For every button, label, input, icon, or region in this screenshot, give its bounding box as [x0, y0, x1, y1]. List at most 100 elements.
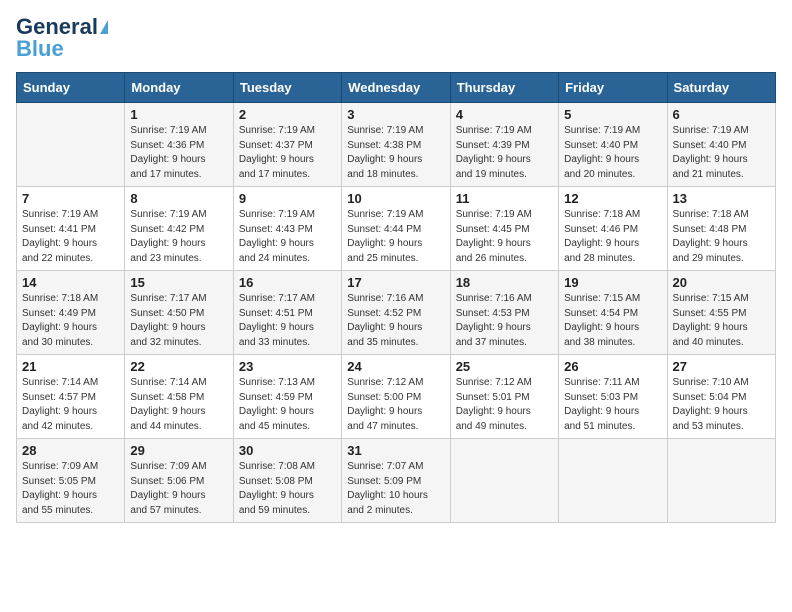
- day-info: Sunrise: 7:11 AMSunset: 5:03 PMDaylight:…: [564, 376, 661, 434]
- day-info: Sunrise: 7:15 AMSunset: 4:54 PMDaylight:…: [564, 292, 661, 350]
- day-info: Sunrise: 7:13 AMSunset: 4:59 PMDaylight:…: [239, 376, 336, 434]
- day-number: 27: [673, 359, 770, 374]
- calendar-cell: 5Sunrise: 7:19 AMSunset: 4:40 PMDaylight…: [559, 103, 667, 187]
- calendar-cell: 26Sunrise: 7:11 AMSunset: 5:03 PMDayligh…: [559, 355, 667, 439]
- daylight-text: Daylight: 9 hours: [347, 237, 444, 252]
- sunset-text: Sunset: 4:43 PM: [239, 223, 336, 238]
- day-number: 5: [564, 107, 661, 122]
- day-number: 24: [347, 359, 444, 374]
- calendar-header-day: Saturday: [667, 73, 775, 103]
- calendar-cell: 16Sunrise: 7:17 AMSunset: 4:51 PMDayligh…: [233, 271, 341, 355]
- daylight-text-cont: and 53 minutes.: [673, 420, 770, 435]
- sunset-text: Sunset: 4:36 PM: [130, 139, 227, 154]
- day-info: Sunrise: 7:14 AMSunset: 4:58 PMDaylight:…: [130, 376, 227, 434]
- day-number: 16: [239, 275, 336, 290]
- day-number: 15: [130, 275, 227, 290]
- sunset-text: Sunset: 5:01 PM: [456, 391, 553, 406]
- daylight-text: Daylight: 9 hours: [564, 237, 661, 252]
- sunrise-text: Sunrise: 7:12 AM: [456, 376, 553, 391]
- sunset-text: Sunset: 4:49 PM: [22, 307, 119, 322]
- sunset-text: Sunset: 4:41 PM: [22, 223, 119, 238]
- daylight-text: Daylight: 9 hours: [130, 489, 227, 504]
- calendar-header-day: Thursday: [450, 73, 558, 103]
- day-info: Sunrise: 7:19 AMSunset: 4:39 PMDaylight:…: [456, 124, 553, 182]
- sunrise-text: Sunrise: 7:19 AM: [22, 208, 119, 223]
- daylight-text-cont: and 40 minutes.: [673, 336, 770, 351]
- daylight-text: Daylight: 9 hours: [130, 405, 227, 420]
- calendar-cell: [450, 439, 558, 523]
- daylight-text-cont: and 23 minutes.: [130, 252, 227, 267]
- calendar-week-row: 1Sunrise: 7:19 AMSunset: 4:36 PMDaylight…: [17, 103, 776, 187]
- daylight-text: Daylight: 10 hours: [347, 489, 444, 504]
- calendar-cell: [17, 103, 125, 187]
- daylight-text-cont: and 55 minutes.: [22, 504, 119, 519]
- daylight-text: Daylight: 9 hours: [239, 405, 336, 420]
- daylight-text: Daylight: 9 hours: [347, 405, 444, 420]
- sunrise-text: Sunrise: 7:08 AM: [239, 460, 336, 475]
- calendar-cell: [667, 439, 775, 523]
- day-info: Sunrise: 7:18 AMSunset: 4:46 PMDaylight:…: [564, 208, 661, 266]
- daylight-text-cont: and 51 minutes.: [564, 420, 661, 435]
- sunrise-text: Sunrise: 7:19 AM: [347, 208, 444, 223]
- calendar-week-row: 14Sunrise: 7:18 AMSunset: 4:49 PMDayligh…: [17, 271, 776, 355]
- day-number: 7: [22, 191, 119, 206]
- daylight-text-cont: and 32 minutes.: [130, 336, 227, 351]
- calendar-header-day: Monday: [125, 73, 233, 103]
- day-number: 19: [564, 275, 661, 290]
- calendar-cell: [559, 439, 667, 523]
- day-info: Sunrise: 7:19 AMSunset: 4:43 PMDaylight:…: [239, 208, 336, 266]
- sunrise-text: Sunrise: 7:19 AM: [239, 208, 336, 223]
- calendar-cell: 13Sunrise: 7:18 AMSunset: 4:48 PMDayligh…: [667, 187, 775, 271]
- sunrise-text: Sunrise: 7:18 AM: [673, 208, 770, 223]
- daylight-text: Daylight: 9 hours: [22, 237, 119, 252]
- calendar-cell: 18Sunrise: 7:16 AMSunset: 4:53 PMDayligh…: [450, 271, 558, 355]
- daylight-text: Daylight: 9 hours: [564, 153, 661, 168]
- day-info: Sunrise: 7:09 AMSunset: 5:05 PMDaylight:…: [22, 460, 119, 518]
- daylight-text-cont: and 17 minutes.: [130, 168, 227, 183]
- daylight-text: Daylight: 9 hours: [130, 153, 227, 168]
- sunset-text: Sunset: 4:53 PM: [456, 307, 553, 322]
- day-number: 18: [456, 275, 553, 290]
- daylight-text-cont: and 25 minutes.: [347, 252, 444, 267]
- sunrise-text: Sunrise: 7:19 AM: [673, 124, 770, 139]
- sunrise-text: Sunrise: 7:18 AM: [564, 208, 661, 223]
- calendar-cell: 17Sunrise: 7:16 AMSunset: 4:52 PMDayligh…: [342, 271, 450, 355]
- day-number: 31: [347, 443, 444, 458]
- daylight-text-cont: and 42 minutes.: [22, 420, 119, 435]
- daylight-text: Daylight: 9 hours: [239, 489, 336, 504]
- calendar-cell: 6Sunrise: 7:19 AMSunset: 4:40 PMDaylight…: [667, 103, 775, 187]
- sunset-text: Sunset: 4:52 PM: [347, 307, 444, 322]
- calendar-cell: 8Sunrise: 7:19 AMSunset: 4:42 PMDaylight…: [125, 187, 233, 271]
- calendar-cell: 10Sunrise: 7:19 AMSunset: 4:44 PMDayligh…: [342, 187, 450, 271]
- sunset-text: Sunset: 5:05 PM: [22, 475, 119, 490]
- calendar-cell: 7 Sunrise: 7:19 AMSunset: 4:41 PMDaylight…: [17, 187, 125, 271]
- daylight-text-cont: and 33 minutes.: [239, 336, 336, 351]
- day-number: 14: [22, 275, 119, 290]
- day-number: 25: [456, 359, 553, 374]
- day-number: 28: [22, 443, 119, 458]
- day-info: Sunrise: 7:14 AMSunset: 4:57 PMDaylight:…: [22, 376, 119, 434]
- calendar-cell: 2Sunrise: 7:19 AMSunset: 4:37 PMDaylight…: [233, 103, 341, 187]
- day-info: Sunrise: 7:10 AMSunset: 5:04 PMDaylight:…: [673, 376, 770, 434]
- sunrise-text: Sunrise: 7:14 AM: [22, 376, 119, 391]
- daylight-text: Daylight: 9 hours: [347, 321, 444, 336]
- sunset-text: Sunset: 5:04 PM: [673, 391, 770, 406]
- day-info: Sunrise: 7:19 AMSunset: 4:45 PMDaylight:…: [456, 208, 553, 266]
- sunrise-text: Sunrise: 7:19 AM: [130, 124, 227, 139]
- sunset-text: Sunset: 4:54 PM: [564, 307, 661, 322]
- daylight-text-cont: and 30 minutes.: [22, 336, 119, 351]
- sunset-text: Sunset: 4:40 PM: [564, 139, 661, 154]
- calendar-week-row: 21Sunrise: 7:14 AMSunset: 4:57 PMDayligh…: [17, 355, 776, 439]
- sunrise-text: Sunrise: 7:19 AM: [456, 124, 553, 139]
- calendar-cell: 14Sunrise: 7:18 AMSunset: 4:49 PMDayligh…: [17, 271, 125, 355]
- sunset-text: Sunset: 5:00 PM: [347, 391, 444, 406]
- sunset-text: Sunset: 5:09 PM: [347, 475, 444, 490]
- sunset-text: Sunset: 4:50 PM: [130, 307, 227, 322]
- sunset-text: Sunset: 4:51 PM: [239, 307, 336, 322]
- day-info: Sunrise: 7:08 AMSunset: 5:08 PMDaylight:…: [239, 460, 336, 518]
- daylight-text-cont: and 19 minutes.: [456, 168, 553, 183]
- calendar-header-day: Sunday: [17, 73, 125, 103]
- day-number: 3: [347, 107, 444, 122]
- daylight-text: Daylight: 9 hours: [239, 153, 336, 168]
- daylight-text: Daylight: 9 hours: [673, 405, 770, 420]
